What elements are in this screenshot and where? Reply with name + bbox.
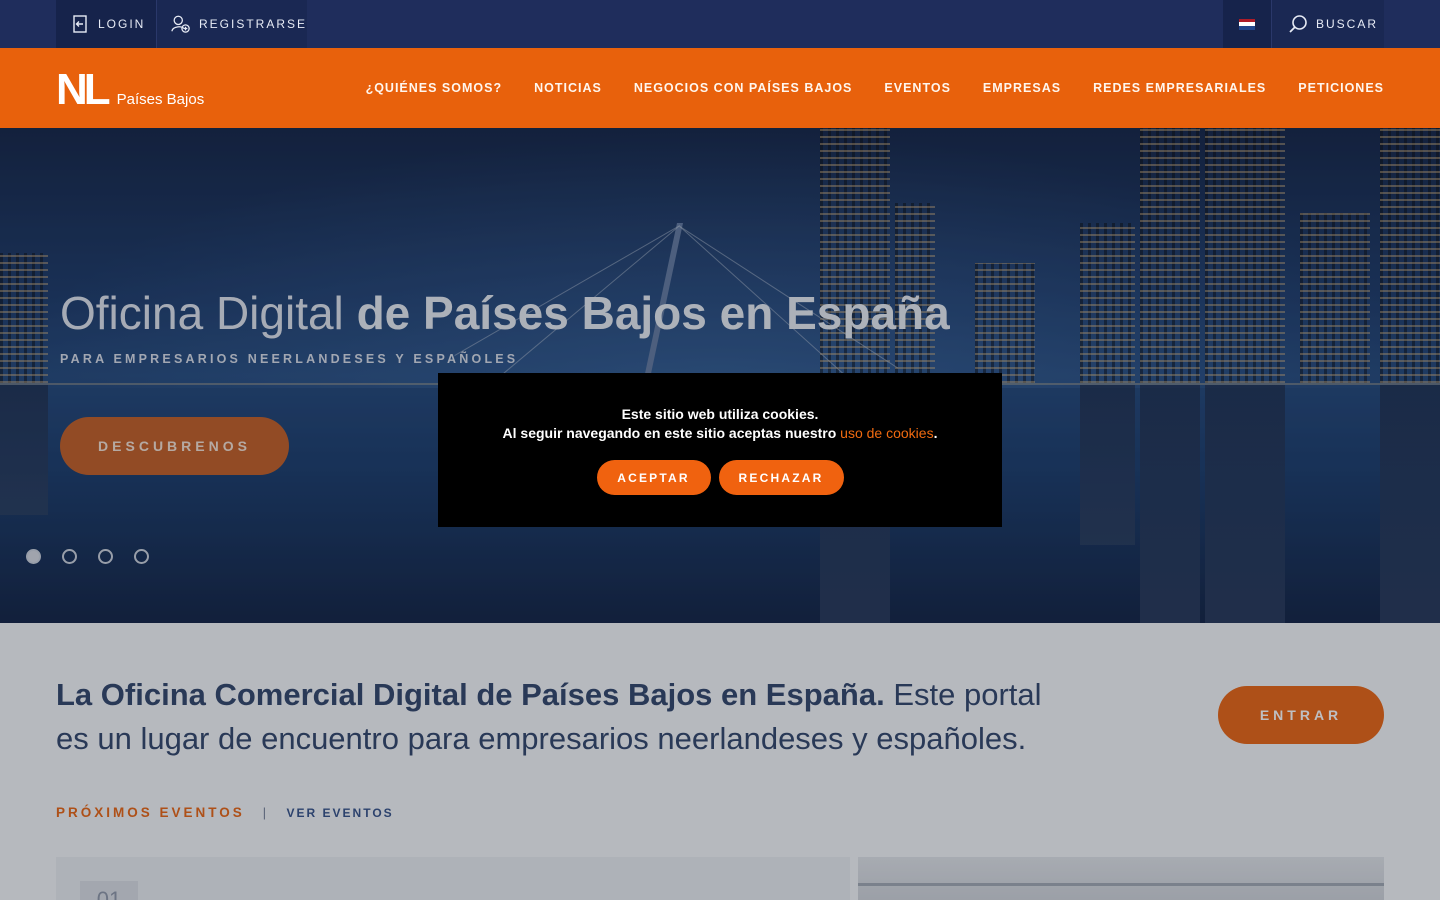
slide-dot-3[interactable] [98,549,113,564]
nav-item-negocios[interactable]: NEGOCIOS CON PAÍSES BAJOS [634,81,853,95]
events-separator: | [262,805,269,820]
search-button[interactable]: BUSCAR [1271,0,1384,48]
events-title: PRÓXIMOS EVENTOS [56,805,245,820]
intro-text: La Oficina Comercial Digital de Países B… [56,673,1076,761]
hero-title-bold: de Países Bajos en España [356,287,950,339]
accept-cookies-button[interactable]: ACEPTAR [596,460,711,495]
cookie-line-2: Al seguir navegando en este sitio acepta… [438,425,1002,441]
logo-mark: NL [56,65,111,114]
login-icon [73,15,87,33]
view-events-link[interactable]: VER EVENTOS [287,806,394,820]
nav-item-eventos[interactable]: EVENTOS [884,81,951,95]
cookie-buttons: ACEPTAR RECHAZAR [438,460,1002,495]
hero-title: Oficina Digital de Países Bajos en Españ… [60,286,950,340]
slide-dot-1[interactable] [26,549,41,564]
menu: ¿QUIÉNES SOMOS? NOTICIAS NEGOCIOS CON PA… [334,48,1384,128]
nav-item-redes[interactable]: REDES EMPRESARIALES [1093,81,1266,95]
cookie-line-2-text: Al seguir navegando en este sitio acepta… [502,425,837,441]
nav-item-noticias[interactable]: NOTICIAS [534,81,602,95]
nav-item-peticiones[interactable]: PETICIONES [1298,81,1384,95]
image-detail [858,883,1384,886]
enter-button[interactable]: ENTRAR [1218,686,1384,744]
cookie-line-1: Este sitio web utiliza cookies. [621,406,819,422]
top-bar: LOGIN REGISTRARSE BUSCAR [0,0,1440,48]
main-navigation: NL Países Bajos ¿QUIÉNES SOMOS? NOTICIAS… [0,48,1440,128]
add-user-icon [171,15,190,33]
slide-dot-2[interactable] [62,549,77,564]
intro-bold: La Oficina Comercial Digital de Países B… [56,677,885,712]
discover-button[interactable]: DESCUBRENOS [60,417,289,475]
hero-title-light: Oficina Digital [60,287,344,339]
language-selector[interactable] [1223,0,1271,48]
site-logo[interactable]: NL Países Bajos [56,65,226,114]
event-date: 01 [80,881,138,900]
main-content: La Oficina Comercial Digital de Países B… [0,623,1440,900]
nav-item-empresas[interactable]: EMPRESAS [983,81,1061,95]
register-button[interactable]: REGISTRARSE [156,0,307,48]
login-label: LOGIN [98,17,146,31]
cookie-period: . [933,425,938,441]
register-label: REGISTRARSE [198,17,307,31]
slide-dot-4[interactable] [134,549,149,564]
login-button[interactable]: LOGIN [56,0,156,48]
netherlands-flag-icon [1239,18,1255,30]
nav-item-quienes-somos[interactable]: ¿QUIÉNES SOMOS? [366,81,503,95]
logo-text: Países Bajos [116,91,205,108]
hero-subtitle: PARA EMPRESARIOS NEERLANDESES Y ESPAÑOLE… [60,352,519,366]
search-icon [1289,15,1307,33]
cookie-policy-link[interactable]: uso de cookies [840,425,933,441]
search-label: BUSCAR [1316,17,1379,31]
slider-pagination [26,549,170,564]
event-card-image[interactable] [858,857,1384,900]
events-header: PRÓXIMOS EVENTOS | VER EVENTOS [56,805,394,820]
reject-cookies-button[interactable]: RECHAZAR [718,460,844,495]
event-card[interactable]: 01 [56,857,850,900]
cookie-banner: Este sitio web utiliza cookies. Al segui… [438,373,1002,527]
